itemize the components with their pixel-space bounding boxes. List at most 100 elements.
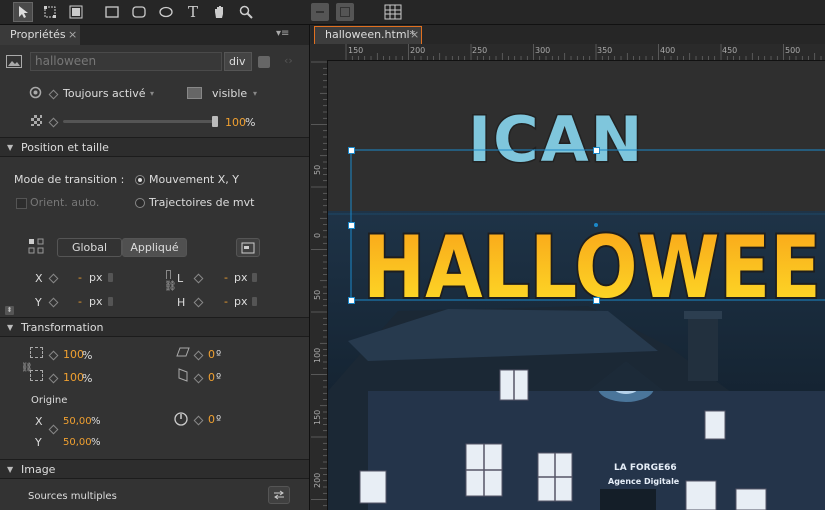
- y-unit-toggle[interactable]: [108, 297, 113, 306]
- keyframe-diamond-icon[interactable]: [193, 297, 204, 308]
- document-tabbar: halloween.html* ×: [311, 25, 825, 44]
- y-value[interactable]: -: [78, 295, 82, 308]
- display-value[interactable]: Toujours activé: [63, 87, 146, 100]
- reference-point-icon[interactable]: [28, 238, 44, 254]
- crop-tool-icon[interactable]: [66, 2, 86, 22]
- close-icon[interactable]: ×: [410, 27, 419, 43]
- scale-y-icon: [30, 370, 43, 381]
- visibility-value[interactable]: visible: [212, 87, 247, 100]
- scale-x-value[interactable]: 100: [63, 348, 84, 361]
- keyframe-diamond-icon[interactable]: [48, 424, 59, 435]
- keyframe-diamond-icon[interactable]: [193, 273, 204, 284]
- rectangle-tool-icon[interactable]: [102, 2, 122, 22]
- h-unit-toggle[interactable]: [252, 297, 257, 306]
- ruler-v-label: 0: [313, 233, 322, 238]
- window-restore-button[interactable]: [336, 3, 354, 21]
- origin-x-value[interactable]: 50,00: [63, 416, 92, 427]
- keyframe-diamond-icon[interactable]: [48, 89, 59, 100]
- element-name-input[interactable]: halloween: [30, 52, 222, 71]
- scale-x-unit: %: [82, 349, 93, 362]
- window-minimize-button[interactable]: [311, 3, 329, 21]
- opacity-value[interactable]: 100: [225, 116, 246, 129]
- l-unit: px: [234, 271, 248, 284]
- x-label: X: [35, 272, 43, 285]
- collapse-icon: ▼: [7, 323, 14, 332]
- ruler-h-label: 450: [722, 46, 737, 55]
- design-canvas[interactable]: LA FORGE66 Agence Digitale ICAN HALLOWEE…: [328, 61, 825, 510]
- h-value[interactable]: -: [224, 295, 228, 308]
- tab-properties-label: Propriétés: [10, 28, 66, 41]
- section-image[interactable]: ▼ Image: [0, 459, 309, 479]
- hand-tool-icon[interactable]: [209, 2, 229, 22]
- orient-auto-label: Orient. auto.: [30, 196, 100, 209]
- l-unit-toggle[interactable]: [252, 273, 257, 282]
- ruler-h-label: 350: [597, 46, 612, 55]
- ruler-h-label: 150: [348, 46, 363, 55]
- ruler-v-label: 50: [313, 165, 322, 175]
- close-icon[interactable]: ×: [68, 25, 77, 45]
- tab-properties[interactable]: Propriétés ×: [0, 25, 80, 45]
- layout-presets-button[interactable]: [236, 238, 260, 257]
- selection-handle-b[interactable]: [593, 297, 600, 304]
- keyframe-diamond-icon[interactable]: [193, 415, 204, 426]
- section-image-label: Image: [21, 463, 56, 476]
- keyframe-diamond-icon[interactable]: [48, 373, 59, 384]
- grid-icon[interactable]: [384, 3, 402, 21]
- selection-handle-tl[interactable]: [348, 147, 355, 154]
- x-unit: px: [89, 271, 103, 284]
- swap-sources-button[interactable]: [268, 486, 290, 504]
- text-tool-icon[interactable]: T: [183, 2, 203, 22]
- chain-link-icon[interactable]: ⛓: [164, 281, 177, 292]
- ruler-h-label: 400: [660, 46, 675, 55]
- origin-y-label: Y: [35, 436, 42, 449]
- select-tool-icon[interactable]: [13, 2, 33, 22]
- selection-handle-t[interactable]: [593, 147, 600, 154]
- skew-x-icon: [176, 347, 190, 357]
- code-icon[interactable]: ‹›: [284, 54, 293, 67]
- keyframe-diamond-icon[interactable]: [48, 117, 59, 128]
- opacity-slider[interactable]: [63, 116, 218, 127]
- origin-label: Origine: [31, 395, 68, 406]
- expand-icon[interactable]: ⬍: [5, 306, 14, 315]
- rounded-rectangle-tool-icon[interactable]: [129, 2, 149, 22]
- tag-options-icon[interactable]: [258, 56, 270, 68]
- radio-path[interactable]: [135, 198, 145, 208]
- rotation-value[interactable]: 0: [208, 413, 215, 426]
- rotation-icon: [174, 412, 188, 426]
- scale-y-value[interactable]: 100: [63, 371, 84, 384]
- zoom-tool-icon[interactable]: [236, 2, 256, 22]
- element-tag-label: div: [229, 55, 246, 68]
- keyframe-diamond-icon[interactable]: [193, 373, 204, 384]
- display-dropdown-icon[interactable]: ▾: [150, 89, 154, 98]
- keyframe-diamond-icon[interactable]: [48, 297, 59, 308]
- opacity-slider-thumb[interactable]: [212, 116, 218, 127]
- sign-line2: Agence Digitale: [608, 477, 680, 486]
- toggle-global[interactable]: Global: [57, 238, 122, 257]
- transform-tool-icon[interactable]: [40, 2, 60, 22]
- h-label: H: [177, 296, 186, 309]
- section-position[interactable]: ▼ Position et taille: [0, 137, 309, 157]
- keyframe-diamond-icon[interactable]: [48, 350, 59, 361]
- skew-y-value[interactable]: 0: [208, 371, 215, 384]
- radio-xy[interactable]: [135, 175, 145, 185]
- orient-auto-checkbox[interactable]: [16, 198, 27, 209]
- ruler-h-label: 500: [785, 46, 800, 55]
- collapse-icon: ▼: [7, 465, 14, 474]
- tab-document[interactable]: halloween.html* ×: [314, 26, 422, 44]
- x-unit-toggle[interactable]: [108, 273, 113, 282]
- visibility-dropdown-icon[interactable]: ▾: [253, 89, 257, 98]
- ruler-h-label: 300: [535, 46, 550, 55]
- selection-handle-bl[interactable]: [348, 297, 355, 304]
- l-value[interactable]: -: [224, 271, 228, 284]
- x-value[interactable]: -: [78, 271, 82, 284]
- origin-y-value[interactable]: 50,00: [63, 437, 92, 448]
- toggle-applied[interactable]: Appliqué: [122, 238, 187, 257]
- ellipse-tool-icon[interactable]: [156, 2, 176, 22]
- section-transformation[interactable]: ▼ Transformation: [0, 317, 309, 337]
- panel-menu-icon[interactable]: ▾≡: [276, 28, 289, 39]
- keyframe-diamond-icon[interactable]: [193, 350, 204, 361]
- selection-handle-l[interactable]: [348, 222, 355, 229]
- skew-x-value[interactable]: 0: [208, 348, 215, 361]
- element-tag-select[interactable]: div: [224, 52, 252, 71]
- keyframe-diamond-icon[interactable]: [48, 273, 59, 284]
